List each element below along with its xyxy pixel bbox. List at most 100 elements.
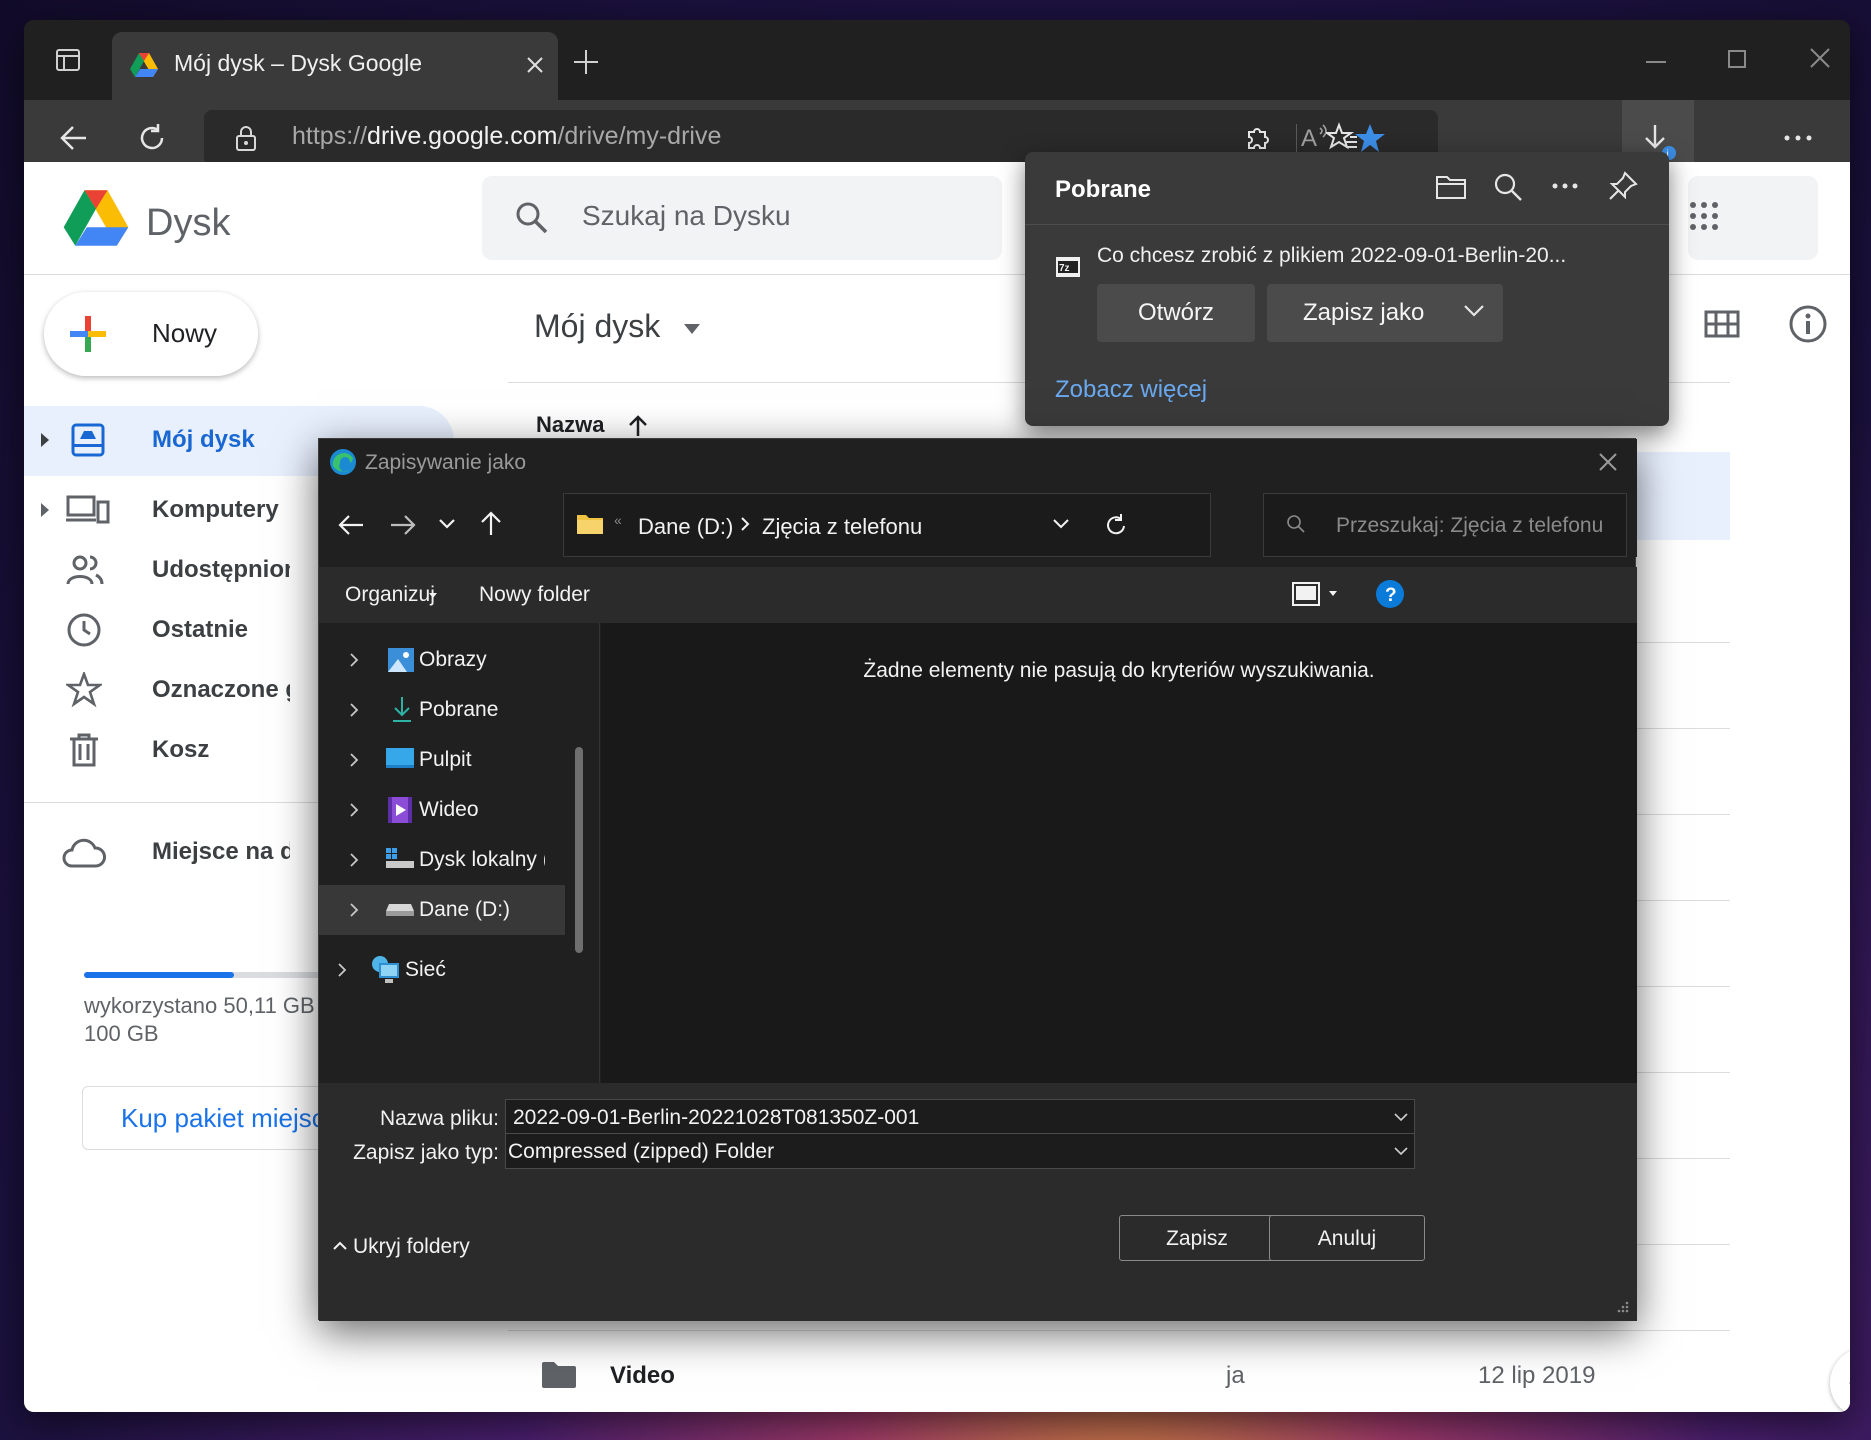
tree-item-pictures[interactable]: Obrazy [319, 635, 565, 685]
close-window-icon[interactable] [1808, 46, 1832, 70]
open-button-label: Otwórz [1137, 299, 1214, 326]
downloads-title: Pobrane [1055, 176, 1152, 203]
back-icon[interactable] [337, 513, 365, 537]
tree-item-network[interactable]: Sieć [319, 945, 565, 995]
up-folder-icon[interactable] [479, 509, 503, 537]
dropdown-arrow-icon [429, 593, 437, 598]
filetype-select[interactable]: Compressed (zipped) Folder [505, 1133, 1415, 1169]
save-button-label: Zapisz [1166, 1227, 1228, 1250]
table-row[interactable]: Video ja 12 lip 2019 [508, 1332, 1730, 1412]
info-icon[interactable] [1788, 304, 1828, 344]
cloud-icon [62, 838, 106, 868]
forward-icon[interactable] [389, 513, 417, 537]
minimize-icon[interactable] [1644, 50, 1668, 74]
svg-text:?: ? [1385, 585, 1397, 606]
svg-text:7z: 7z [1059, 263, 1070, 274]
open-folder-icon[interactable] [1435, 172, 1467, 202]
chevron-down-icon[interactable] [1463, 304, 1485, 318]
expand-arrow-icon[interactable] [40, 502, 50, 518]
tree-item-video[interactable]: Wideo [319, 785, 565, 835]
refresh-icon[interactable] [1104, 512, 1128, 538]
view-options-icon[interactable] [1291, 581, 1339, 607]
expand-chevron-icon[interactable] [349, 802, 359, 818]
tree-scrollbar-thumb[interactable] [575, 747, 583, 953]
pin-icon[interactable] [1607, 170, 1639, 202]
storage-usage-text: wykorzystano 50,11 GB 100 GB [84, 993, 315, 1046]
plus-icon [68, 314, 108, 354]
new-folder-button[interactable]: Nowy folder [479, 583, 590, 607]
see-more-link[interactable]: Zobacz więcej [1055, 376, 1207, 404]
trash-icon [68, 732, 100, 768]
refresh-icon[interactable] [128, 114, 176, 162]
dialog-search-input[interactable]: Przeszukaj: Zjęcia z telefonu [1263, 493, 1627, 557]
desktop-icon [385, 747, 415, 771]
save-button[interactable]: Zapisz [1119, 1215, 1275, 1261]
file-list-area[interactable]: Żadne elementy nie pasują do kryteriów w… [601, 623, 1637, 1083]
grid-view-icon[interactable] [1704, 310, 1740, 338]
downloads-more-icon[interactable] [1551, 182, 1579, 190]
resize-grip-icon[interactable] [1615, 1299, 1629, 1313]
sidebar-item-trash[interactable]: Kosz [24, 716, 290, 786]
sidebar-divider [24, 802, 322, 803]
tree-item-downloads[interactable]: Pobrane [319, 685, 565, 735]
tree-item-data-d[interactable]: Dane (D:) [319, 885, 565, 935]
row-modified: 12 lip 2019 [1478, 1362, 1596, 1389]
expand-chevron-icon[interactable] [349, 702, 359, 718]
flyout-divider [1025, 224, 1669, 225]
expand-chevron-icon[interactable] [337, 962, 347, 978]
drive-search-bar[interactable]: Szukaj na Dysku [482, 176, 1002, 260]
google-apps-icon[interactable] [1688, 200, 1720, 232]
expand-arrow-icon[interactable] [40, 432, 50, 448]
sidebar-item-label: Udostępnione dl [152, 556, 290, 583]
new-button-label: Nowy [152, 318, 218, 348]
tab-my-drive[interactable]: Mój dysk – Dysk Google [112, 32, 558, 100]
back-icon[interactable] [50, 114, 98, 162]
more-options-icon[interactable] [1774, 114, 1822, 162]
windows-drive-icon [385, 847, 415, 869]
storage-label: Miejsce na dane [152, 838, 290, 865]
tab-actions-icon[interactable] [44, 36, 92, 84]
address-path-bar[interactable]: « Dane (D:) Zjęcia z telefonu [563, 493, 1211, 557]
edge-logo-icon [329, 448, 357, 476]
sidebar-item-label: Ostatnie [152, 616, 249, 643]
search-downloads-icon[interactable] [1493, 172, 1523, 202]
lock-icon[interactable] [234, 124, 258, 152]
maximize-icon[interactable] [1726, 48, 1748, 70]
path-segment-folder[interactable]: Zjęcia z telefonu [762, 514, 922, 540]
expand-chevron-icon[interactable] [349, 902, 359, 918]
dialog-nav-bar: « Dane (D:) Zjęcia z telefonu Przeszukaj… [319, 485, 1637, 557]
tree-item-desktop[interactable]: Pulpit [319, 735, 565, 785]
breadcrumb[interactable]: Mój dysk [534, 308, 701, 345]
save-as-button[interactable]: Zapisz jako [1267, 284, 1503, 342]
side-panel-toggle[interactable] [1830, 1348, 1850, 1412]
chevron-down-icon[interactable] [1394, 1147, 1408, 1156]
storage-usage-fill [84, 972, 235, 978]
tree-item-label: Dane (D:) [419, 898, 511, 921]
close-tab-icon[interactable] [524, 54, 546, 76]
sidebar-item-storage[interactable]: Miejsce na dane [24, 818, 290, 888]
tree-separator[interactable] [599, 623, 600, 1083]
open-button[interactable]: Otwórz [1097, 284, 1255, 342]
expand-chevron-icon[interactable] [349, 752, 359, 768]
column-header-name[interactable]: Nazwa [536, 412, 649, 438]
url-text: https://drive.google.com/drive/my-drive [292, 122, 722, 150]
tree-item-local-disk-c[interactable]: Dysk lokalny (C: [319, 835, 565, 885]
help-icon[interactable]: ? [1375, 579, 1405, 609]
cancel-button[interactable]: Anuluj [1269, 1215, 1425, 1261]
path-overflow-chevron-icon[interactable]: « [614, 512, 622, 528]
expand-chevron-icon[interactable] [349, 652, 359, 668]
search-icon[interactable] [514, 200, 550, 236]
computers-icon [66, 494, 110, 526]
new-button[interactable]: Nowy [44, 292, 258, 376]
path-dropdown-icon[interactable] [1052, 518, 1070, 530]
expand-chevron-icon[interactable] [349, 852, 359, 868]
tree-item-label: Dysk lokalny (C: [419, 848, 545, 871]
new-tab-icon[interactable] [572, 48, 600, 76]
recent-locations-icon[interactable] [437, 517, 457, 531]
filename-field[interactable]: 2022-09-01-Berlin-20221028T081350Z-001 [505, 1099, 1415, 1135]
path-segment-drive[interactable]: Dane (D:) [638, 514, 733, 540]
chevron-down-icon[interactable] [1394, 1113, 1408, 1122]
google-drive-logo-icon [62, 188, 130, 248]
dialog-bottom-panel: Nazwa pliku: 2022-09-01-Berlin-20221028T… [319, 1083, 1637, 1321]
close-dialog-icon[interactable] [1597, 451, 1619, 473]
